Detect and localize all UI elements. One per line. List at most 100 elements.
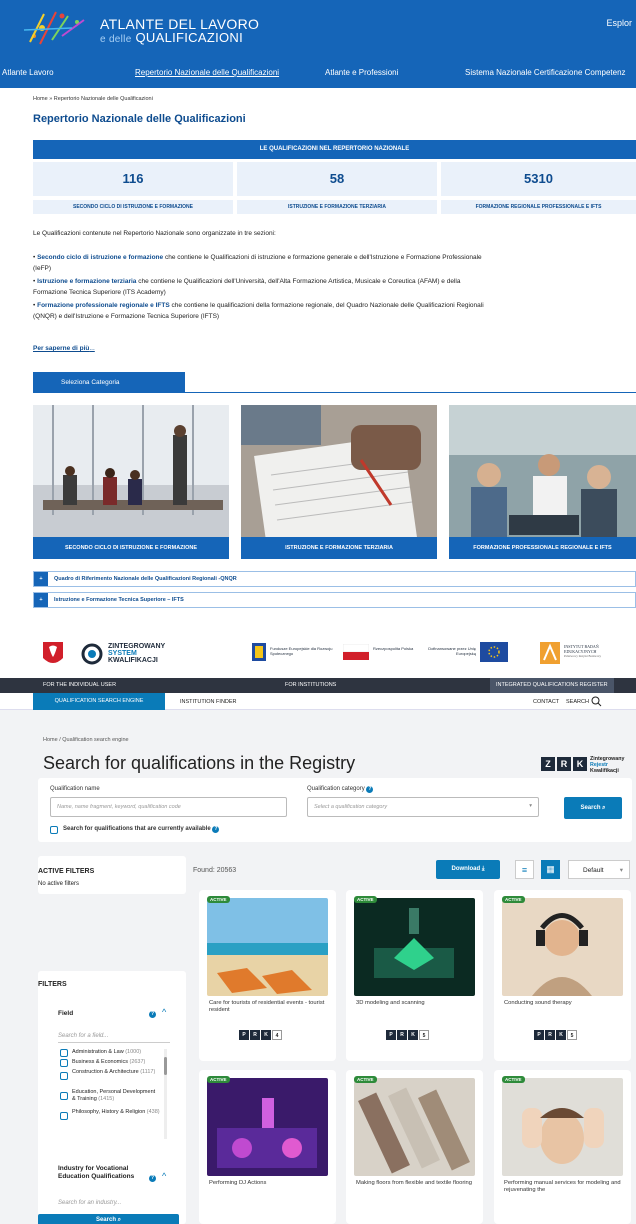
field-item-count: (1000) — [125, 1049, 142, 1055]
eu-flag-icon — [480, 642, 508, 662]
tab-divider — [185, 392, 636, 393]
qualification-name-input[interactable]: Name, name fragment, keyword, qualificat… — [50, 797, 287, 817]
category-card-secondo-ciclo[interactable]: SECONDO CICLO DI ISTRUZIONE E FORMAZIONE — [33, 405, 229, 559]
sort-select[interactable]: Default ▾ — [568, 860, 630, 879]
logo-prefix: e delle — [100, 34, 132, 45]
breadcrumb[interactable]: Home / Qualification search engine — [43, 737, 129, 743]
bullet-1-bold[interactable]: Secondo ciclo di istruzione e formazione — [37, 254, 163, 261]
qualification-card[interactable]: ACTIVE Performing DJ Actions — [199, 1070, 336, 1224]
field-checkbox[interactable] — [60, 1112, 68, 1120]
download-button[interactable]: Download ⤓ — [436, 860, 500, 879]
qualification-card[interactable]: ACTIVE Care for tourists of residential … — [199, 890, 336, 1061]
available-label-text: Search for qualifications that are curre… — [63, 826, 211, 832]
field-item-label: Construction & Architecture — [72, 1069, 139, 1075]
help-icon[interactable]: ? — [149, 1011, 156, 1018]
nav-repertorio[interactable]: Repertorio Nazionale delle Qualificazion… — [135, 68, 279, 77]
chevron-down-icon: ▾ — [619, 867, 623, 874]
prk-letter: P — [239, 1030, 249, 1040]
category-card-regionale[interactable]: FORMAZIONE PROFESSIONALE REGIONALE E IFT… — [449, 405, 636, 559]
prk-level-number: 4 — [272, 1030, 282, 1040]
tab-select-category[interactable]: Seleziona Categoria — [33, 372, 185, 393]
status-badge: ACTIVE — [207, 1076, 230, 1083]
search-link[interactable]: SEARCH — [566, 699, 589, 705]
bullet-2-text: che contiene le Qualificazioni dell'Univ… — [138, 278, 461, 285]
accordion-qnqr[interactable]: + Quadro di Riferimento Nazionale delle Q… — [33, 571, 636, 587]
field-checkbox[interactable] — [60, 1072, 68, 1080]
industry-search-input[interactable]: Search for an industry... — [58, 1200, 170, 1206]
search-button[interactable]: Search ⌕ — [564, 797, 622, 819]
field-item[interactable]: Philosophy, History & Religion (438) — [60, 1109, 160, 1120]
office-meeting-image — [33, 405, 229, 559]
filters-panel: FILTERS Field ? ^ Search for a field... … — [38, 971, 186, 1224]
help-icon[interactable]: ? — [149, 1175, 156, 1182]
tab-institution-finder[interactable]: INSTITUTION FINDER — [180, 699, 237, 705]
download-label: Download — [451, 866, 481, 872]
stat-value-regionale: 5310 — [441, 162, 636, 196]
more-link-text[interactable]: Per saperne di più — [33, 345, 89, 352]
qualification-name-label: Qualification name — [50, 786, 100, 792]
bullet-1: • Secondo ciclo di istruzione e formazio… — [33, 254, 482, 272]
bullet-2-bold[interactable]: Istruzione e formazione terziaria — [37, 278, 136, 285]
zrk-logo-text: Zintegrowany Rejestr Kwalifikacji — [590, 756, 624, 774]
logo-line2: SYSTEM — [108, 650, 137, 657]
field-item[interactable]: Business & Economics (2637) — [60, 1059, 160, 1067]
zsk-sub-nav: QUALIFICATION SEARCH ENGINE INSTITUTION … — [0, 693, 636, 710]
stat-label-secondo-ciclo: SECONDO CICLO DI ISTRUZIONE E FORMAZIONE — [33, 200, 233, 214]
search-icon[interactable] — [591, 696, 602, 707]
scrollbar-thumb[interactable] — [164, 1057, 167, 1075]
list-view-icon[interactable]: ≡ — [515, 860, 534, 879]
zrk-letter: Z — [541, 757, 555, 771]
industry-filter-title[interactable]: Industry for Vocational Education Qualif… — [58, 1165, 153, 1181]
bullet-3-bold[interactable]: Formazione professionale regionale e IFT… — [37, 302, 170, 309]
field-checkbox[interactable] — [60, 1049, 68, 1057]
qualification-card[interactable]: ACTIVE Making floors from flexible and t… — [346, 1070, 483, 1224]
zsk-logo-icon[interactable] — [80, 643, 104, 665]
available-checkbox[interactable] — [50, 826, 58, 834]
dj-mixer-image — [207, 1078, 328, 1176]
help-icon[interactable]: ? — [366, 786, 374, 793]
explore-link[interactable]: Esplor — [606, 18, 632, 28]
zsk-page: ZINTEGROWANY SYSTEM KWALIFIKACJI Fundusz… — [0, 630, 636, 1224]
card-title: Care for tourists of residential events … — [209, 1000, 325, 1013]
accordion-ifts[interactable]: + Istruzione e Formazione Tecnica Superio… — [33, 592, 636, 608]
nav-atlante-professioni[interactable]: Atlante e Professioni — [325, 68, 398, 77]
status-badge: ACTIVE — [354, 1076, 377, 1083]
qualification-category-select[interactable]: Select a qualification category ▾ — [307, 797, 539, 817]
nav-atlante-lavoro[interactable]: Atlante Lavoro — [2, 68, 54, 77]
chevron-up-icon[interactable]: ^ — [162, 1007, 166, 1017]
contact-link[interactable]: CONTACT — [533, 699, 559, 705]
nav-individual-user[interactable]: FOR THE INDIVIDUAL USER — [43, 682, 116, 688]
field-filter-title[interactable]: Field — [58, 1010, 73, 1017]
field-item-count: (1117) — [140, 1069, 156, 1075]
nav-sistema[interactable]: Sistema Nazionale Certificazione Compete… — [465, 68, 626, 77]
chevron-up-icon[interactable]: ^ — [162, 1171, 166, 1181]
search-button-label: Search — [580, 805, 601, 811]
field-item[interactable]: Education, Personal Development & Traini… — [60, 1089, 160, 1102]
field-search-input[interactable]: Search for a field... — [58, 1033, 170, 1043]
help-icon[interactable]: ? — [212, 826, 220, 833]
field-item[interactable]: Construction & Architecture (1117) — [60, 1069, 160, 1080]
ibe-title: INSTYTUT BADAŃ EDUKACYJNYCH — [564, 644, 599, 654]
filters-title: FILTERS — [38, 981, 67, 988]
zrk-logo: Z R K — [541, 757, 587, 771]
tab-qualification-search[interactable]: QUALIFICATION SEARCH ENGINE — [33, 693, 165, 710]
field-checkbox[interactable] — [60, 1059, 68, 1067]
nav-integrated-register[interactable]: INTEGRATED QUALIFICATIONS REGISTER — [490, 678, 614, 693]
category-card-terziaria[interactable]: ISTRUZIONE E FORMAZIONE TERZIARIA — [241, 405, 437, 559]
prk-letter: R — [250, 1030, 260, 1040]
scrollbar[interactable] — [164, 1049, 167, 1139]
nav-institutions[interactable]: FOR INSTITUTIONS — [285, 682, 336, 688]
grid-view-icon[interactable]: ▦ — [541, 860, 560, 879]
zrk-letter: R — [557, 757, 571, 771]
prk-level-number: 5 — [419, 1030, 429, 1040]
qualification-card[interactable]: ACTIVE 3D modeling and scanning PRK5 — [346, 890, 483, 1061]
more-info-link[interactable]: Per saperne di più... — [33, 345, 95, 352]
breadcrumb[interactable]: Home » Repertorio Nazionale delle Qualif… — [33, 96, 153, 102]
qualification-card[interactable]: ACTIVE Performing manual services for mo… — [494, 1070, 631, 1224]
field-checkbox[interactable] — [60, 1092, 68, 1100]
field-item[interactable]: Administration & Law (1000) — [60, 1049, 160, 1057]
industry-search-button[interactable]: Search ⌕ — [38, 1214, 179, 1224]
atlante-page: ATLANTE DEL LAVORO e delle QUALIFICAZION… — [0, 0, 636, 608]
atlante-logo-icon[interactable] — [22, 6, 92, 48]
qualification-card[interactable]: ACTIVE Conducting sound therapy PRK5 — [494, 890, 631, 1061]
